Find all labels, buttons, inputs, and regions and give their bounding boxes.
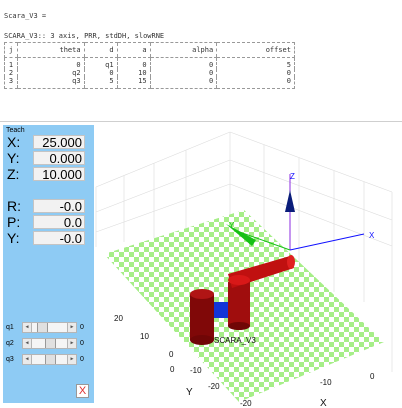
table-cell: 2 (4, 69, 18, 77)
column-header-d: d (83, 42, 118, 58)
table-cell: 15 (116, 77, 151, 89)
tick-label: -20 (208, 382, 220, 391)
table-row: 1 0 q1 0 0 5 (4, 57, 295, 69)
table-cell: 1 (4, 57, 18, 69)
pose-roll-label: R: (7, 198, 21, 214)
table-cell: 0 (216, 77, 295, 89)
pose-yaw-label: Y: (7, 230, 20, 246)
slider-left-arrow-icon[interactable]: ◀ (23, 323, 32, 332)
column-header-alpha: alpha (149, 42, 217, 58)
joint-q2-label: q2 (6, 340, 14, 347)
variable-name-line: Scara_V3 = (4, 12, 47, 20)
y-axis-label: Y (186, 387, 193, 398)
tick-label: -10 (320, 378, 332, 387)
arm-link-end (287, 255, 295, 269)
pose-z-field[interactable]: 10.000 (33, 167, 85, 182)
tick-label: 0 (370, 372, 375, 381)
dh-parameter-table: j theta d a alpha offset 1 0 q1 0 0 5 2 … (4, 42, 295, 89)
joint-q1-label: q1 (6, 324, 14, 331)
close-button[interactable]: X (76, 384, 89, 398)
pose-z-label: Z: (7, 166, 20, 182)
joint-q3-value: 0 (80, 356, 84, 363)
tick-label: 10 (140, 332, 149, 341)
base-cylinder-top (190, 289, 214, 299)
table-cell: 0 (216, 69, 295, 77)
table-cell: 0 (17, 57, 85, 69)
column-header-a: a (116, 42, 151, 58)
pose-roll-field[interactable]: -0.0 (33, 199, 85, 214)
table-cell: 0 (149, 69, 217, 77)
slider-left-arrow-icon[interactable]: ◀ (23, 339, 32, 348)
joint-q1-slider[interactable]: ◀ ▶ (22, 322, 77, 333)
base-cylinder (190, 294, 214, 340)
table-row: 2 q2 0 10 0 0 (4, 69, 295, 77)
table-cell: 5 (216, 57, 295, 69)
table-cell: 0 (149, 57, 217, 69)
table-cell: q1 (83, 57, 118, 69)
table-cell: q2 (17, 69, 85, 77)
pose-pitch-label: P: (7, 214, 21, 230)
joint-q2-slider[interactable]: ◀ ▶ (22, 338, 77, 349)
joint-q2-value: 0 (80, 340, 84, 347)
x-axis-line (289, 233, 365, 251)
tick-label: 0 (170, 365, 175, 374)
pose-pitch-field[interactable]: 0.0 (33, 215, 85, 230)
slider-left-arrow-icon[interactable]: ◀ (23, 355, 32, 364)
table-cell: 0 (149, 77, 217, 89)
column-header-j: j (4, 42, 18, 58)
z-arrow-icon (285, 190, 295, 212)
slider-right-arrow-icon[interactable]: ▶ (67, 339, 76, 348)
pose-x-label: X: (7, 134, 21, 150)
table-cell: 10 (116, 69, 151, 77)
tick-label: -20 (240, 399, 252, 408)
robot-3d-plot[interactable]: Z Y X SCARA_V3 20 10 0 0 -10 -20 -20 -10… (94, 122, 402, 408)
pose-y-label: Y: (7, 150, 20, 166)
elbow-cylinder-bottom (228, 322, 250, 330)
tick-label: 20 (114, 314, 123, 323)
table-cell: 5 (83, 77, 118, 89)
joint-q3-slider[interactable]: ◀ ▶ (22, 354, 77, 365)
y-axis-arrow-label: Y (229, 221, 235, 230)
pose-y-field[interactable]: 0.000 (33, 151, 85, 166)
x-axis-label: X (320, 398, 327, 408)
tick-label: -10 (190, 366, 202, 375)
slider-thumb[interactable] (45, 339, 56, 348)
table-header-row: j theta d a alpha offset (4, 42, 295, 58)
robot-description-line: SCARA_V3:: 3 axis, PRR, stdDH, slowRNE (4, 32, 165, 40)
joint-q1-value: 0 (80, 324, 84, 331)
table-cell: 0 (116, 57, 151, 69)
table-cell: q3 (17, 77, 85, 89)
base-cylinder-bottom (190, 335, 214, 345)
console-output: Scara_V3 = SCARA_V3:: 3 axis, PRR, stdDH… (0, 0, 402, 122)
teach-panel: Teach X: 25.000 Y: 0.000 Z: 10.000 R: -0… (3, 125, 94, 403)
elbow-cylinder-top (228, 275, 250, 285)
teach-panel-title: Teach (6, 127, 25, 134)
table-row: 3 q3 5 15 0 0 (4, 77, 295, 89)
slider-right-arrow-icon[interactable]: ▶ (67, 323, 76, 332)
z-axis-arrow-label: Z (290, 172, 295, 181)
pose-x-field[interactable]: 25.000 (33, 135, 85, 150)
joint-q3-label: q3 (6, 356, 14, 363)
robot-name-label: SCARA_V3 (214, 336, 256, 345)
column-header-theta: theta (17, 42, 85, 58)
table-cell: 0 (83, 69, 118, 77)
slider-thumb[interactable] (45, 355, 56, 364)
pose-yaw-field[interactable]: -0.0 (33, 231, 85, 246)
elbow-cylinder (228, 282, 250, 326)
column-header-offset: offset (216, 42, 295, 58)
slider-thumb[interactable] (37, 323, 48, 332)
slider-right-arrow-icon[interactable]: ▶ (67, 355, 76, 364)
tick-label: 0 (169, 350, 174, 359)
table-cell: 3 (4, 77, 18, 89)
x-axis-arrow-label: X (369, 231, 375, 240)
